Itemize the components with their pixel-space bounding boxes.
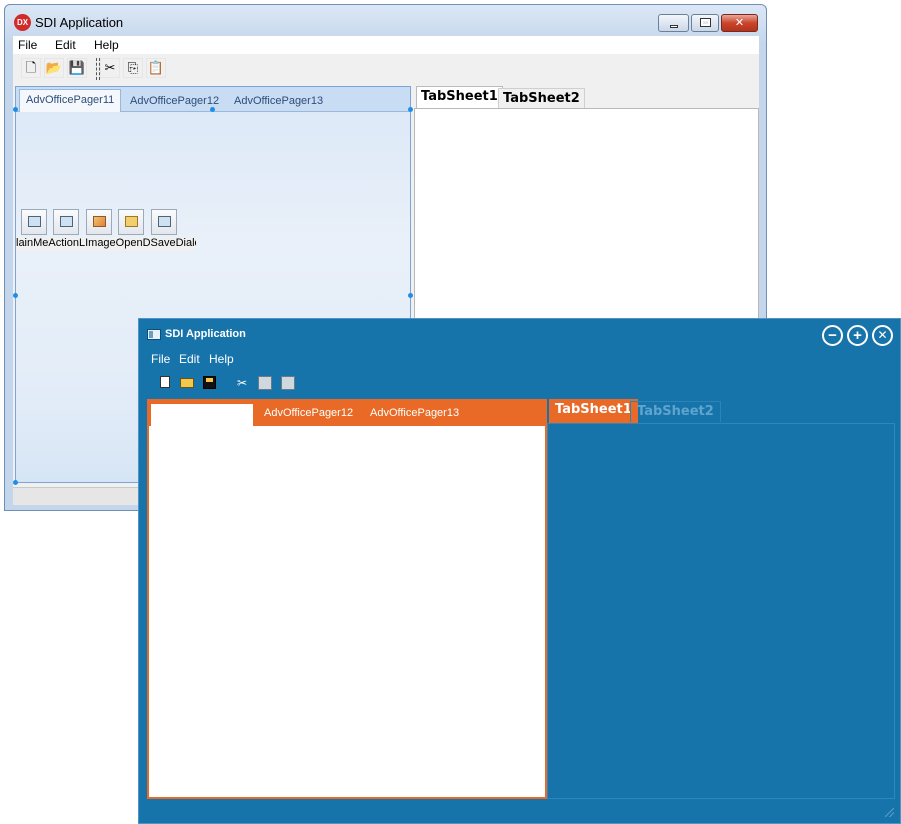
menu-bar: File Edit Help xyxy=(13,36,759,54)
cut-icon[interactable]: ✂ xyxy=(234,375,250,391)
window-title: SDI Application xyxy=(35,15,124,30)
window-title: SDI Application xyxy=(165,328,246,340)
close-icon: ✕ xyxy=(734,17,745,29)
pager-tab-strip: AdvOfficePager12 AdvOfficePager13 xyxy=(149,401,545,426)
action-list-component-icon[interactable] xyxy=(53,209,79,235)
minimize-icon xyxy=(659,15,688,31)
tabsheet-page xyxy=(547,423,895,799)
close-button[interactable]: ✕ xyxy=(872,325,893,346)
menu-file[interactable]: File xyxy=(18,38,37,52)
new-document-icon[interactable]: 🗋 xyxy=(21,58,41,78)
selection-handle[interactable] xyxy=(408,293,413,298)
front-window: SDI Application − + ✕ File Edit Help ✂ A… xyxy=(138,318,901,824)
pager-tab-3[interactable]: AdvOfficePager13 xyxy=(228,91,329,111)
window-icon xyxy=(147,329,161,340)
close-button[interactable]: ✕ xyxy=(721,14,758,32)
copy-icon[interactable] xyxy=(258,376,272,390)
save-icon[interactable]: 💾 xyxy=(67,58,87,78)
office-pager: AdvOfficePager12 AdvOfficePager13 xyxy=(147,399,547,799)
open-dialog-component-icon[interactable] xyxy=(118,209,144,235)
menu-edit[interactable]: Edit xyxy=(55,38,76,52)
paste-icon[interactable] xyxy=(281,376,295,390)
tabsheet-2-tab[interactable]: TabSheet2 xyxy=(498,88,585,109)
open-folder-icon[interactable]: 📂 xyxy=(44,58,64,78)
save-icon[interactable] xyxy=(203,376,216,389)
menu-edit[interactable]: Edit xyxy=(179,352,200,366)
cut-icon[interactable]: ✂ xyxy=(100,58,120,78)
title-bar[interactable]: DX SDI Application ✕ xyxy=(5,5,766,37)
pager-tab-3[interactable]: AdvOfficePager13 xyxy=(370,407,459,419)
maximize-button[interactable] xyxy=(691,14,719,32)
image-list-component-icon[interactable] xyxy=(86,209,112,235)
app-logo-icon: DX xyxy=(14,14,31,31)
component-labels: lainMeActionLImageOpenDSaveDialog xyxy=(16,237,196,251)
menu-help[interactable]: Help xyxy=(94,38,119,52)
menu-file[interactable]: File xyxy=(151,352,170,366)
open-folder-icon[interactable] xyxy=(180,378,194,388)
tabsheet-2-tab[interactable]: TabSheet2 xyxy=(630,401,721,422)
tabsheet-1-tab[interactable]: TabSheet1 xyxy=(549,399,638,423)
tabsheet-1-tab[interactable]: TabSheet1 xyxy=(416,86,503,109)
pager-tab-2[interactable]: AdvOfficePager12 xyxy=(264,407,353,419)
pager-tab-1[interactable] xyxy=(151,404,253,426)
maximize-icon xyxy=(692,15,718,31)
maximize-button[interactable]: + xyxy=(847,325,868,346)
selection-handle[interactable] xyxy=(210,107,215,112)
paste-icon[interactable]: 📋 xyxy=(146,58,166,78)
menu-help[interactable]: Help xyxy=(209,352,234,366)
page-control: TabSheet1 TabSheet2 xyxy=(547,399,895,799)
copy-icon[interactable]: ⎘ xyxy=(123,58,143,78)
toolbar: 🗋 📂 💾 ✂ ⎘ 📋 xyxy=(13,55,759,83)
selection-handle[interactable] xyxy=(13,107,18,112)
new-document-icon[interactable] xyxy=(160,376,170,388)
save-dialog-component-icon[interactable] xyxy=(151,209,177,235)
minimize-button[interactable]: − xyxy=(822,325,843,346)
resize-grip-icon[interactable] xyxy=(885,808,894,817)
selection-handle[interactable] xyxy=(408,107,413,112)
pager-tab-1[interactable]: AdvOfficePager11 xyxy=(19,89,122,112)
main-menu-component-icon[interactable] xyxy=(21,209,47,235)
selection-handle[interactable] xyxy=(13,480,18,485)
minimize-button[interactable] xyxy=(658,14,689,32)
selection-handle[interactable] xyxy=(13,293,18,298)
